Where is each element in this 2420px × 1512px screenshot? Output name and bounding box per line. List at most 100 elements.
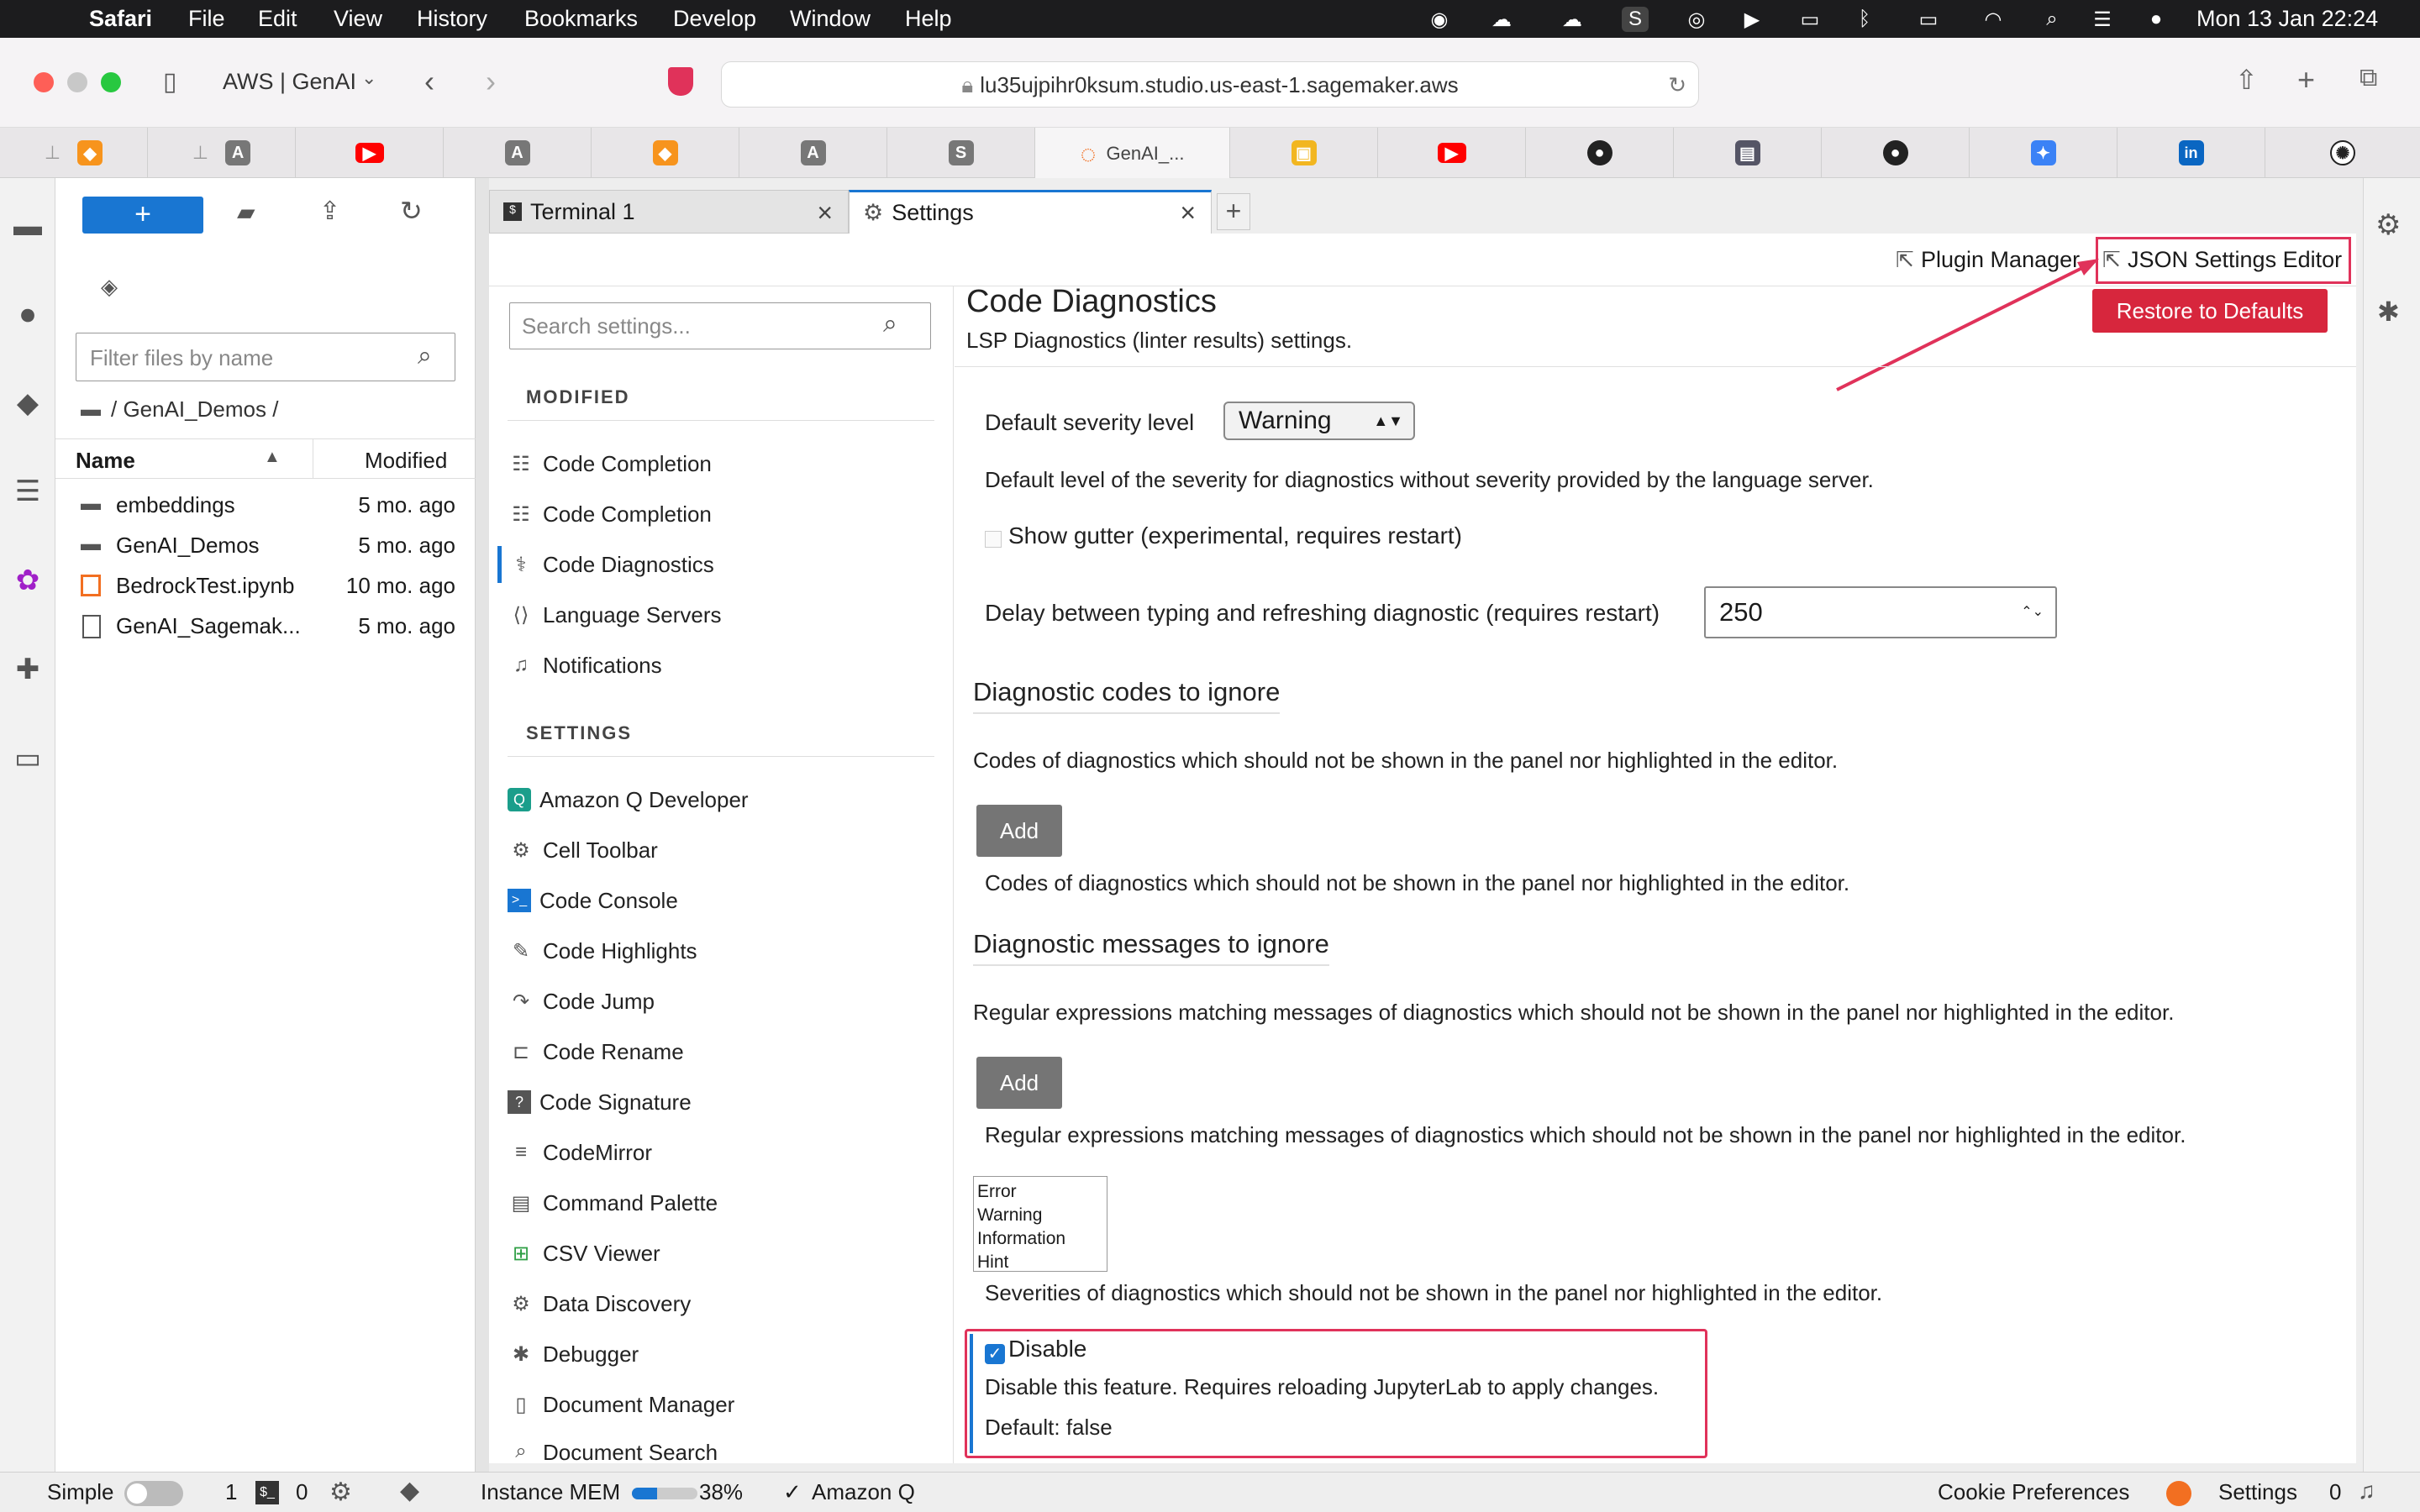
file-row[interactable]: GenAI_Sagemak... 5 mo. ago	[55, 605, 476, 645]
menu-history[interactable]: History	[417, 6, 487, 32]
settings-status[interactable]: Settings	[2218, 1479, 2297, 1505]
severity-option-information[interactable]: Information	[977, 1227, 1103, 1251]
nav-item-code-signature[interactable]: ? Code Signature	[508, 1079, 692, 1126]
nav-item-notifications[interactable]: ♫ Notifications	[508, 642, 662, 689]
browser-tab-pinned-1[interactable]: ⊥ ◆	[0, 128, 148, 178]
git-icon[interactable]: ◆	[8, 384, 47, 423]
chevron-down-icon[interactable]: ⌄	[361, 67, 376, 89]
new-launcher-button[interactable]: +	[82, 197, 203, 234]
breadcrumb[interactable]: / GenAI_Demos /	[111, 396, 278, 423]
browser-tab-openai[interactable]: ✺	[2265, 128, 2420, 178]
severity-option-warning[interactable]: Warning	[977, 1204, 1103, 1227]
search-settings-input[interactable]: Search settings... ⌕	[509, 302, 931, 349]
nav-item-language-servers[interactable]: ⟨⟩ Language Servers	[508, 591, 722, 638]
file-row[interactable]: BedrockTest.ipynb 10 mo. ago	[55, 564, 476, 605]
nav-item-code-rename[interactable]: ⊏ Code Rename	[508, 1028, 684, 1075]
menu-help[interactable]: Help	[905, 6, 952, 32]
restore-defaults-button[interactable]: Restore to Defaults	[2092, 289, 2328, 333]
nav-item-code-highlights[interactable]: ✎ Code Highlights	[508, 927, 697, 974]
browser-tab-pinned-2[interactable]: ⊥ A	[148, 128, 296, 178]
refresh-icon[interactable]: ↻	[400, 195, 423, 227]
menubar-clock[interactable]: Mon 13 Jan 22:24	[2196, 6, 2378, 32]
nav-item-code-jump[interactable]: ↷ Code Jump	[508, 978, 655, 1025]
nav-item-code-completion[interactable]: ☷ Code Completion	[508, 440, 712, 487]
nav-item-amazon-q[interactable]: Q Amazon Q Developer	[508, 776, 749, 823]
menu-view[interactable]: View	[334, 6, 382, 32]
add-tab-button[interactable]: +	[1217, 193, 1250, 230]
brain-icon[interactable]: ✿	[8, 561, 47, 600]
name-column-header[interactable]: Name	[76, 448, 135, 474]
browser-tab-a[interactable]: A	[444, 128, 592, 178]
amazon-q-status[interactable]: Amazon Q	[812, 1479, 915, 1505]
browser-tab-linkedin[interactable]: in	[2118, 128, 2265, 178]
folder-icon[interactable]: ▬	[8, 207, 47, 245]
bug-icon[interactable]: ✱	[2377, 296, 2400, 328]
bluetooth-icon[interactable]: ᛒ	[1851, 7, 1878, 32]
nav-item-code-completion-2[interactable]: ☷ Code Completion	[508, 491, 712, 538]
browser-tab-github[interactable]: ●	[1526, 128, 1674, 178]
nav-item-data-discovery[interactable]: ⚙ Data Discovery	[508, 1280, 691, 1327]
control-center-icon[interactable]: ☰	[2089, 7, 2116, 32]
nav-item-document-search[interactable]: ⌕ Document Search	[508, 1431, 718, 1463]
nav-item-code-console[interactable]: >_ Code Console	[508, 877, 678, 924]
stepper-icon[interactable]: ⌃⌄	[2021, 588, 2044, 637]
terminal-count[interactable]: 1	[225, 1479, 237, 1505]
new-tab-icon[interactable]: +	[2297, 62, 2315, 97]
menu-bookmarks[interactable]: Bookmarks	[524, 6, 638, 32]
nav-item-command-palette[interactable]: ▤ Command Palette	[508, 1179, 718, 1226]
extension-icon[interactable]: ✚	[8, 650, 47, 689]
disable-checkbox[interactable]: ✓	[985, 1344, 1005, 1364]
close-icon[interactable]: ×	[1180, 197, 1196, 228]
play-icon[interactable]: ▶	[1739, 7, 1765, 32]
browser-tab-github2[interactable]: ●	[1822, 128, 1970, 178]
add-code-button[interactable]: Add	[976, 805, 1062, 857]
s-app-icon[interactable]: S	[1622, 7, 1649, 32]
battery-icon[interactable]: ▭	[1907, 7, 1949, 32]
tab-terminal[interactable]: $ Terminal 1 ×	[489, 190, 849, 234]
new-folder-icon[interactable]: ▰	[237, 198, 255, 226]
file-row[interactable]: ▬ GenAI_Demos 5 mo. ago	[55, 524, 476, 564]
browser-tab-colorful[interactable]: ✦	[1970, 128, 2118, 178]
menu-edit[interactable]: Edit	[258, 6, 297, 32]
browser-tab-youtube[interactable]: ▶	[296, 128, 444, 178]
wifi-icon[interactable]: ◠	[1980, 7, 2007, 32]
delay-number-input[interactable]: 250 ⌃⌄	[1704, 586, 2057, 638]
toc-icon[interactable]: ☰	[8, 472, 47, 511]
simple-mode-toggle[interactable]	[124, 1481, 183, 1506]
zoom-window-button[interactable]	[101, 72, 121, 92]
show-gutter-checkbox[interactable]	[985, 531, 1002, 548]
close-window-button[interactable]	[34, 72, 54, 92]
tab-overview-icon[interactable]: ⧉	[2360, 64, 2377, 92]
nav-item-csv-viewer[interactable]: ⊞ CSV Viewer	[508, 1230, 660, 1277]
nav-item-code-diagnostics[interactable]: ⚕ Code Diagnostics	[497, 541, 714, 588]
menu-file[interactable]: File	[188, 6, 225, 32]
nav-item-cell-toolbar[interactable]: ⚙ Cell Toolbar	[508, 827, 658, 874]
browser-tab-s[interactable]: S	[887, 128, 1035, 178]
git-icon[interactable]: ◆	[400, 1476, 419, 1505]
browser-tab-youtube2[interactable]: ▶	[1378, 128, 1526, 178]
address-bar[interactable]: 🔒︎ lu35ujpihr0ksum.studio.us-east-1.sagem…	[721, 61, 1699, 108]
nav-item-codemirror[interactable]: ≡ CodeMirror	[508, 1129, 652, 1176]
notification-count[interactable]: 0	[2329, 1479, 2341, 1505]
minimize-window-button[interactable]	[67, 72, 87, 92]
browser-tab-box[interactable]: ▣	[1230, 128, 1378, 178]
panel-splitter[interactable]	[476, 178, 489, 1472]
property-inspector-icon[interactable]: ⚙	[2375, 208, 2401, 242]
menu-app-name[interactable]: Safari	[89, 6, 152, 32]
bell-icon[interactable]: ♫	[2358, 1478, 2375, 1504]
menu-develop[interactable]: Develop	[673, 6, 756, 32]
tab-group-selector[interactable]: AWS | GenAI	[223, 69, 356, 95]
running-icon[interactable]: ⏺	[8, 296, 47, 334]
browser-tab-bot[interactable]: ▤	[1674, 128, 1822, 178]
file-row[interactable]: ▬ embeddings 5 mo. ago	[55, 484, 476, 524]
airdrop-icon[interactable]: ◎	[1683, 7, 1710, 32]
siri-icon[interactable]: ●	[2143, 7, 2170, 32]
menu-window[interactable]: Window	[790, 6, 871, 32]
screen-mirror-icon[interactable]: ▭	[1797, 7, 1823, 32]
reload-icon[interactable]: ↻	[1668, 62, 1686, 108]
cookie-preferences-link[interactable]: Cookie Preferences	[1938, 1479, 2129, 1505]
severities-listbox[interactable]: Error Warning Information Hint	[973, 1176, 1107, 1272]
forward-icon[interactable]: ›	[486, 64, 496, 99]
close-icon[interactable]: ×	[817, 197, 833, 228]
creative-cloud-icon[interactable]: ☁	[1488, 7, 1515, 32]
